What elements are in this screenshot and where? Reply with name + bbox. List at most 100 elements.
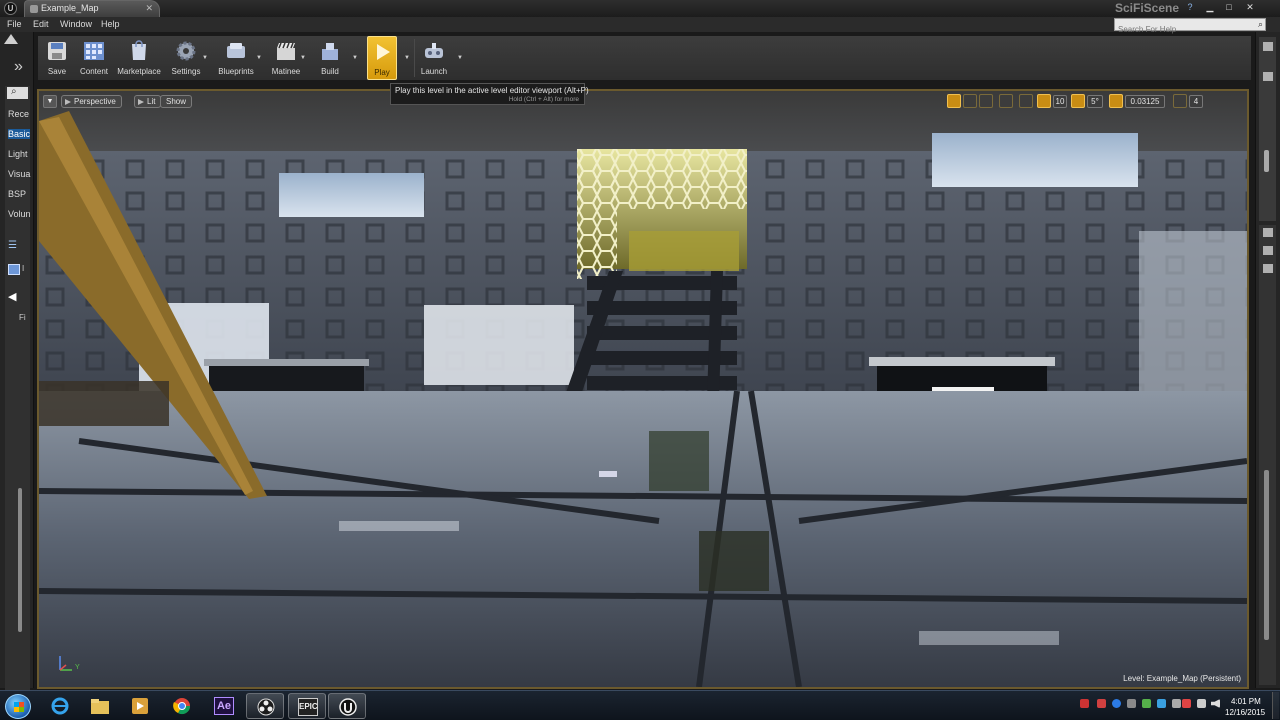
taskbar-after-effects[interactable]: Ae — [205, 693, 243, 719]
menu-edit[interactable]: Edit — [33, 19, 49, 29]
settings-dropdown-icon[interactable]: ▼ — [202, 55, 208, 61]
launch-button[interactable]: Launch — [416, 36, 452, 80]
menu-window[interactable]: Window — [60, 19, 92, 29]
scale-snap-value[interactable]: 0.03125 — [1125, 95, 1165, 108]
outliner-icon[interactable] — [1263, 42, 1273, 51]
category-lights[interactable]: Light — [8, 149, 28, 159]
settings-button[interactable]: Settings — [168, 36, 204, 80]
menu-file[interactable]: File — [7, 19, 22, 29]
folder-label: Fi — [19, 313, 26, 322]
blueprints-dropdown-icon[interactable]: ▼ — [256, 55, 262, 61]
tray-green-icon[interactable] — [1142, 699, 1151, 708]
camera-speed-value[interactable]: 4 — [1189, 95, 1203, 108]
content-item-icon[interactable] — [8, 264, 20, 275]
level-icon — [30, 5, 38, 13]
play-button[interactable]: Play — [367, 36, 397, 80]
tray-flag-icon[interactable] — [1182, 699, 1191, 708]
search-help-input[interactable] — [1115, 24, 1245, 35]
camera-speed-icon[interactable] — [1173, 94, 1187, 108]
grid-view-icon[interactable] — [1263, 264, 1273, 273]
panel-scrollbar[interactable] — [18, 488, 22, 632]
search-help-box[interactable]: ⌕ — [1114, 18, 1266, 35]
document-tab[interactable]: Example_Map ✕ — [24, 0, 160, 17]
tray-device-icon[interactable] — [1172, 699, 1181, 708]
show-flags-button[interactable]: Show — [160, 95, 193, 108]
dropdown-arrow-icon — [65, 99, 71, 105]
blueprints-button[interactable]: Blueprints — [216, 36, 256, 80]
details-scrollbar[interactable] — [1264, 470, 1269, 640]
save-button[interactable]: Save — [41, 36, 73, 80]
toolbar-separator — [414, 39, 415, 77]
visibility-icon[interactable] — [1263, 72, 1273, 81]
minimize-button[interactable]: ▁ — [1204, 2, 1216, 13]
maximize-button[interactable]: □ — [1223, 2, 1235, 13]
taskbar-obs[interactable] — [246, 693, 284, 719]
rotation-snap-value[interactable]: 5° — [1087, 95, 1103, 108]
taskbar-epic-launcher[interactable]: EPIC — [288, 693, 326, 719]
details-icon[interactable] — [1263, 228, 1273, 237]
unreal-editor-icon — [339, 698, 357, 716]
play-dropdown-icon[interactable]: ▼ — [404, 55, 410, 61]
taskbar-unreal-editor[interactable] — [328, 693, 366, 719]
matinee-dropdown-icon[interactable]: ▼ — [300, 55, 306, 61]
file-explorer-icon — [91, 699, 109, 714]
axis-y-label: Y — [75, 664, 80, 671]
tray-acrobat-icon[interactable] — [1097, 699, 1106, 708]
close-tab-icon[interactable]: ✕ — [145, 3, 153, 14]
list-view-icon[interactable]: ☰ — [8, 240, 17, 251]
lock-icon[interactable] — [1263, 246, 1273, 255]
network-icon[interactable] — [1197, 699, 1206, 708]
scene-render[interactable] — [39, 91, 1247, 687]
clock-date[interactable]: 12/16/2015 — [1225, 708, 1265, 717]
content-button[interactable]: Content — [76, 36, 112, 80]
back-arrow-icon[interactable]: ◀ — [8, 290, 16, 303]
settings-icon — [176, 41, 196, 61]
outliner-scrollbar[interactable] — [1264, 150, 1269, 172]
taskbar-internet-explorer[interactable] — [41, 693, 79, 719]
marketplace-button[interactable]: Marketplace — [115, 36, 163, 80]
launch-dropdown-icon[interactable]: ▼ — [457, 55, 463, 61]
perspective-view-button[interactable]: Perspective — [61, 95, 122, 108]
scale-tool-icon[interactable] — [979, 94, 993, 108]
view-mode-label: Perspective — [74, 97, 116, 106]
rotate-tool-icon[interactable] — [963, 94, 977, 108]
category-volumes[interactable]: Volun — [8, 209, 31, 219]
show-desktop-button[interactable] — [1272, 692, 1279, 719]
grid-snap-icon[interactable] — [1037, 94, 1051, 108]
grid-snap-value[interactable]: 10 — [1053, 95, 1067, 108]
category-visual[interactable]: Visua — [8, 169, 30, 179]
taskbar-file-explorer[interactable] — [81, 693, 119, 719]
menu-help[interactable]: Help — [101, 19, 120, 29]
volume-icon[interactable] — [1211, 699, 1220, 708]
tooltip-hint: Hold (Ctrl + Alt) for more — [508, 96, 579, 103]
taskbar-chrome[interactable] — [163, 693, 201, 719]
place-search-input[interactable]: ⌕ — [7, 86, 28, 99]
category-basic[interactable]: Basic — [8, 129, 30, 139]
start-button[interactable] — [5, 694, 31, 719]
category-bsp[interactable]: BSP — [8, 189, 26, 199]
document-tab-label: Example_Map — [41, 3, 99, 13]
translate-tool-icon[interactable] — [947, 94, 961, 108]
expand-chevron-icon[interactable]: » — [14, 58, 23, 76]
surface-snap-icon[interactable] — [1019, 94, 1033, 108]
tray-sync-icon[interactable] — [1157, 699, 1166, 708]
clock-time[interactable]: 4:01 PM — [1231, 697, 1261, 706]
lit-mode-button[interactable]: Lit — [134, 95, 162, 108]
tray-chrome-icon[interactable] — [1112, 699, 1121, 708]
level-viewport[interactable]: ▼ Perspective Lit Show 10 5° 0.03125 4 Y… — [37, 89, 1249, 689]
scale-snap-icon[interactable] — [1109, 94, 1123, 108]
build-button[interactable]: Build — [314, 36, 346, 80]
help-icon[interactable]: ? — [1184, 2, 1196, 13]
coordinate-system-icon[interactable] — [999, 94, 1013, 108]
category-recent[interactable]: Rece — [8, 109, 29, 119]
tray-app-icon[interactable] — [1080, 699, 1089, 708]
viewport-options-button[interactable]: ▼ — [43, 95, 57, 108]
tray-network-device-icon[interactable] — [1127, 699, 1136, 708]
close-window-button[interactable]: ✕ — [1244, 2, 1256, 13]
build-dropdown-icon[interactable]: ▼ — [352, 55, 358, 61]
search-icon[interactable]: ⌕ — [1258, 19, 1263, 30]
rotation-snap-icon[interactable] — [1071, 94, 1085, 108]
taskbar-media-player[interactable] — [121, 693, 159, 719]
menu-bar: File Edit Window Help — [0, 17, 1280, 32]
tooltip-text: Play this level in the active level edit… — [395, 86, 589, 95]
